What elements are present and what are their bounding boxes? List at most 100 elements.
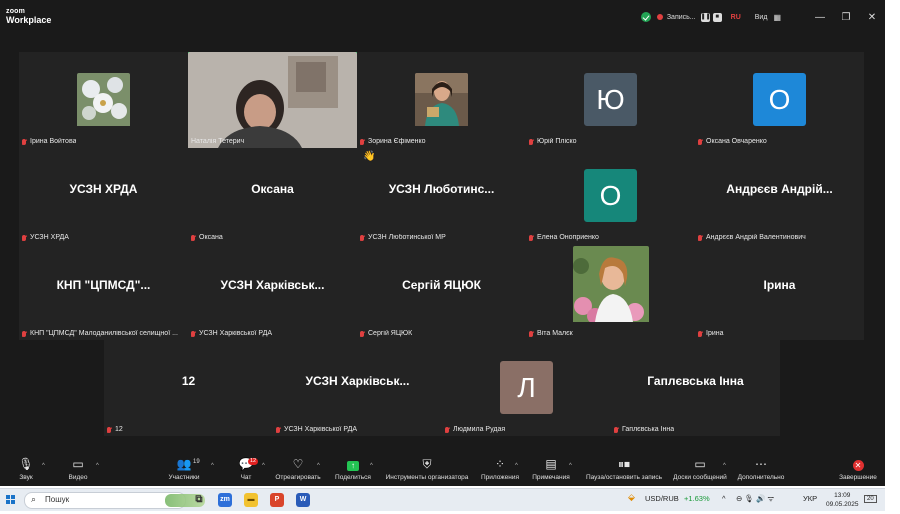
muted-microphone-icon bbox=[445, 426, 449, 433]
muted-microphone-icon bbox=[698, 138, 702, 145]
tray-icons[interactable]: ⊖ 🎙 🔊 ᯤ bbox=[736, 494, 774, 504]
minimize-icon[interactable]: — bbox=[807, 12, 833, 23]
participant-tile[interactable]: УСЗН Харківськ... УСЗН Харківської РДА bbox=[273, 340, 442, 436]
participant-name-label: УСЗН ХРДА bbox=[22, 234, 69, 241]
zoom-window: zoom Workplace Запись... ❚❚ ■ RU Вид ▦ —… bbox=[0, 0, 885, 486]
stop-recording-icon[interactable]: ■ bbox=[712, 12, 722, 22]
powerpoint-icon[interactable]: P bbox=[270, 493, 284, 507]
participant-tile[interactable]: УСЗН ХРДА УСЗН ХРДА bbox=[19, 148, 188, 244]
end-meeting-button[interactable]: ✕ Завершение bbox=[836, 457, 880, 481]
task-view-icon[interactable]: ⧉ bbox=[192, 493, 206, 507]
participant-display-name: КНП "ЦПМСД"... bbox=[56, 278, 151, 292]
participant-name-text: Елена Оноприенко bbox=[537, 234, 599, 241]
participant-display-name: УСЗН Харківськ... bbox=[220, 278, 325, 292]
muted-microphone-icon bbox=[529, 330, 533, 337]
participant-name-label: Оксана Овчаренко bbox=[698, 138, 767, 145]
participant-tile[interactable]: Гаплєвська Інна Гаплєвська Інна bbox=[611, 340, 780, 436]
audio-options-chevron-icon[interactable]: ^ bbox=[42, 463, 45, 469]
muted-microphone-icon bbox=[360, 234, 364, 241]
close-icon[interactable]: ✕ bbox=[859, 12, 885, 23]
chat-options-chevron-icon[interactable]: ^ bbox=[262, 463, 265, 469]
participant-name-label: КНП "ЦПМСД" Малоданилівської селищної ..… bbox=[22, 330, 178, 337]
muted-microphone-icon bbox=[191, 234, 195, 241]
notification-count[interactable]: 20 bbox=[864, 495, 877, 503]
react-button[interactable]: ♡ Отреагировать bbox=[274, 457, 322, 481]
participant-name-text: КНП "ЦПМСД" Малоданилівської селищної ..… bbox=[30, 330, 178, 337]
whiteboards-options-chevron-icon[interactable]: ^ bbox=[723, 463, 726, 469]
participant-tile[interactable]: О Оксана Овчаренко bbox=[695, 52, 864, 148]
share-button[interactable]: ↑ Поделиться bbox=[334, 457, 372, 481]
recording-dot-icon bbox=[656, 14, 663, 20]
participant-avatar: Л bbox=[500, 361, 553, 414]
windows-start-icon[interactable] bbox=[6, 495, 16, 505]
video-options-chevron-icon[interactable]: ^ bbox=[96, 463, 99, 469]
muted-microphone-icon bbox=[22, 330, 26, 337]
muted-microphone-icon bbox=[360, 330, 364, 337]
participant-tile[interactable]: Ю Юрій Пліско bbox=[526, 52, 695, 148]
encryption-shield-icon[interactable] bbox=[640, 12, 651, 22]
zoom-app-icon[interactable]: zm bbox=[218, 493, 232, 507]
participant-tile[interactable]: Сергій ЯЦЮК Сергій ЯЦЮК bbox=[357, 244, 526, 340]
participant-tile[interactable]: О Елена Оноприенко bbox=[526, 148, 695, 244]
word-icon[interactable]: W bbox=[296, 493, 310, 507]
participant-display-name: УСЗН Люботинс... bbox=[388, 182, 495, 196]
participant-tile[interactable]: УСЗН Люботинс... УСЗН Люботинської МР bbox=[357, 148, 526, 244]
more-button[interactable]: ⋯ Дополнительно bbox=[736, 457, 786, 481]
participant-tile[interactable]: Л Людмила Рудая bbox=[442, 340, 611, 436]
video-button[interactable]: ▭ Видео bbox=[66, 457, 90, 481]
whiteboards-button[interactable]: ▭ Доски сообщений bbox=[672, 457, 728, 481]
participant-tile[interactable]: УСЗН Харківськ... УСЗН Харківської РДА bbox=[188, 244, 357, 340]
host-tools-button[interactable]: ⛨ Инструменты организатора bbox=[384, 457, 470, 481]
participant-name-label: Сергій ЯЦЮК bbox=[360, 330, 412, 337]
participant-name-text: Ірина Войтова bbox=[30, 138, 77, 145]
participant-name-label: Ірина Войтова bbox=[22, 138, 76, 145]
participant-name-label: Віта Малєк bbox=[529, 330, 573, 337]
grid-icon[interactable]: ▦ bbox=[773, 13, 781, 22]
camera-icon: ▭ bbox=[72, 457, 84, 471]
microphone-icon: 🎙 bbox=[18, 457, 34, 471]
participant-name-text: Сергій ЯЦЮК bbox=[368, 330, 413, 337]
audio-button[interactable]: 🎙 Звук bbox=[16, 457, 36, 481]
input-language[interactable]: УКР bbox=[803, 494, 817, 503]
share-options-chevron-icon[interactable]: ^ bbox=[370, 463, 373, 469]
participant-tile[interactable]: КНП "ЦПМСД"... КНП "ЦПМСД" Малоданилівськ… bbox=[19, 244, 188, 340]
language-indicator[interactable]: RU bbox=[731, 14, 741, 21]
recording-label[interactable]: Запись... bbox=[667, 14, 696, 21]
participant-name-text: Ірина bbox=[706, 330, 724, 337]
participant-photo bbox=[77, 73, 130, 131]
participant-name-text: УСЗН Харківської РДА bbox=[284, 426, 358, 433]
pause-recording-button[interactable]: ⏸⏹ Пауза/остановить запись bbox=[584, 457, 664, 481]
notes-options-chevron-icon[interactable]: ^ bbox=[569, 463, 572, 469]
tray-chevron-icon[interactable]: ^ bbox=[722, 494, 726, 503]
file-explorer-icon[interactable]: ▬ bbox=[244, 493, 258, 507]
apps-options-chevron-icon[interactable]: ^ bbox=[515, 463, 518, 469]
apps-button[interactable]: ⁘ Приложения bbox=[480, 457, 520, 481]
participant-tile[interactable]: Зорина Єфіменко bbox=[357, 52, 526, 148]
participants-options-chevron-icon[interactable]: ^ bbox=[211, 463, 214, 469]
shield-icon: ⛨ bbox=[422, 457, 432, 471]
ticker-label[interactable]: USD/RUB bbox=[645, 494, 679, 503]
view-button[interactable]: Вид bbox=[755, 14, 768, 21]
participant-name-text: Віта Малєк bbox=[537, 330, 573, 337]
participant-tile[interactable]: Оксана Оксана bbox=[188, 148, 357, 244]
maximize-icon[interactable]: ❐ bbox=[833, 12, 859, 23]
react-options-chevron-icon[interactable]: ^ bbox=[317, 463, 320, 469]
participant-display-name: Ірина bbox=[763, 278, 796, 292]
participant-tile[interactable]: 12 12 bbox=[104, 340, 273, 436]
taskbar-search[interactable]: ⌕ Пошук bbox=[24, 492, 205, 509]
participant-name-label: Юрій Пліско bbox=[529, 138, 577, 145]
participant-tile[interactable]: Ірина Войтова bbox=[19, 52, 188, 148]
raised-hand-icon: 👋 bbox=[363, 151, 376, 162]
muted-microphone-icon bbox=[698, 330, 702, 337]
notes-icon: ▤ bbox=[545, 457, 557, 471]
participant-avatar: О bbox=[753, 73, 806, 126]
system-clock[interactable]: 13:09 09.05.2025 bbox=[826, 491, 859, 509]
participant-tile[interactable]: Андрєєв Андрій... Андрєєв Андрій Валентин… bbox=[695, 148, 864, 244]
gallery-view-row-extra: 12 12 УСЗН Харківськ... УСЗН Харківської РД… bbox=[104, 340, 780, 436]
participant-display-name: УСЗН Харківськ... bbox=[305, 374, 410, 388]
participant-tile[interactable]: Наталія Тетерич bbox=[188, 52, 357, 148]
participant-tile[interactable]: Ірина Ірина bbox=[695, 244, 864, 340]
pause-recording-icon[interactable]: ❚❚ bbox=[700, 12, 711, 22]
notes-button[interactable]: ▤ Примечания bbox=[530, 457, 572, 481]
participant-tile[interactable]: Віта Малєк bbox=[526, 244, 695, 340]
